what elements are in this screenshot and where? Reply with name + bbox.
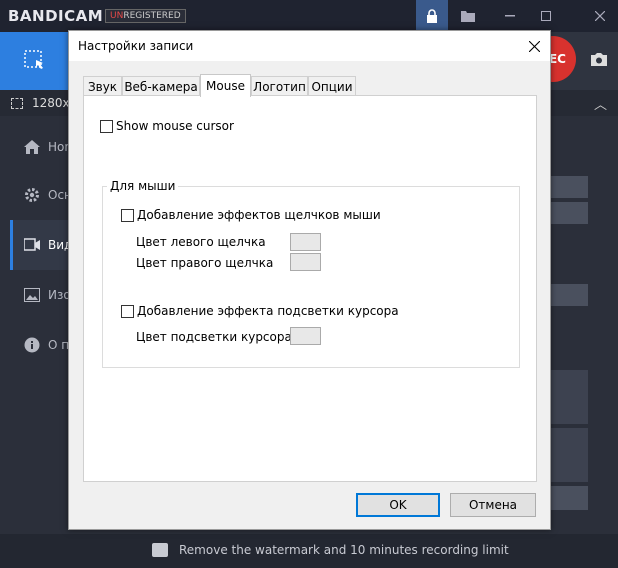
screenshot-camera-icon[interactable] <box>586 48 612 70</box>
image-icon <box>24 287 40 303</box>
sidebar-item-image[interactable]: Изо <box>10 270 70 320</box>
background-panel-row <box>550 176 588 198</box>
rectangle-mode-button[interactable] <box>0 32 70 90</box>
highlight-color-label: Цвет подсветки курсора <box>136 330 292 344</box>
sidebar-item-video[interactable]: Вид <box>10 220 70 270</box>
minimize-icon[interactable] <box>494 0 526 32</box>
click-effects-label: Добавление эффектов щелчков мыши <box>137 208 381 222</box>
dialog-close-icon[interactable] <box>518 31 550 61</box>
watermark-message: Remove the watermark and 10 minutes reco… <box>179 543 509 557</box>
lock-icon[interactable] <box>416 0 448 32</box>
tab-logo[interactable]: Логотип <box>251 76 308 96</box>
left-click-color-label: Цвет левого щелчка <box>136 235 266 249</box>
chat-icon <box>152 543 168 557</box>
click-effects-checkbox[interactable] <box>121 209 134 222</box>
sidebar-item-general[interactable]: Осн <box>10 170 70 220</box>
highlight-color-swatch[interactable] <box>290 327 321 345</box>
mouse-group: Для мыши Добавление эффектов щелчков мыш… <box>102 179 520 368</box>
sidebar-item-about[interactable]: О пр <box>10 320 70 370</box>
resolution-icon <box>11 98 23 109</box>
tab-webcam[interactable]: Веб-камера <box>122 76 200 96</box>
highlight-checkbox[interactable] <box>121 305 134 318</box>
unregistered-badge: UNREGISTERED <box>105 9 186 23</box>
recording-settings-dialog: Настройки записи Звук Веб-камера Mouse Л… <box>68 30 551 530</box>
background-panel-row <box>550 370 588 424</box>
info-icon <box>24 337 40 353</box>
show-cursor-label: Show mouse cursor <box>116 119 234 133</box>
background-panel-row <box>550 284 588 306</box>
watermark-bar[interactable]: Remove the watermark and 10 minutes reco… <box>0 534 618 568</box>
background-panel-row <box>550 486 588 510</box>
window-icon[interactable] <box>530 0 562 32</box>
chevron-up-icon[interactable]: ︿ <box>594 94 607 113</box>
mouse-settings-panel: Show mouse cursor Для мыши Добавление эф… <box>83 95 537 482</box>
ok-button[interactable]: OK <box>356 493 440 517</box>
close-icon[interactable] <box>584 0 616 32</box>
group-legend: Для мыши <box>107 179 179 193</box>
home-icon <box>24 139 40 155</box>
app-logo: BANDICAM <box>8 7 104 25</box>
show-cursor-checkbox[interactable] <box>100 120 113 133</box>
tab-sound[interactable]: Звук <box>83 76 122 96</box>
tab-mouse[interactable]: Mouse <box>200 74 251 97</box>
right-click-color-swatch[interactable] <box>290 253 321 271</box>
cancel-button[interactable]: Отмена <box>450 493 536 517</box>
background-panel-row <box>550 202 588 224</box>
gear-icon <box>24 187 40 203</box>
folder-icon[interactable] <box>452 0 484 32</box>
app-titlebar: BANDICAM UNREGISTERED <box>0 0 618 32</box>
rectangle-select-icon <box>24 50 43 69</box>
sidebar-item-home[interactable]: Hon <box>10 122 70 172</box>
background-panel-row <box>550 428 588 482</box>
video-icon <box>24 237 40 253</box>
right-click-color-label: Цвет правого щелчка <box>136 256 274 270</box>
dialog-titlebar: Настройки записи <box>69 31 550 61</box>
left-click-color-swatch[interactable] <box>290 233 321 251</box>
highlight-label: Добавление эффекта подсветки курсора <box>137 304 399 318</box>
tab-options[interactable]: Опции <box>308 76 356 96</box>
dialog-title: Настройки записи <box>78 39 194 53</box>
